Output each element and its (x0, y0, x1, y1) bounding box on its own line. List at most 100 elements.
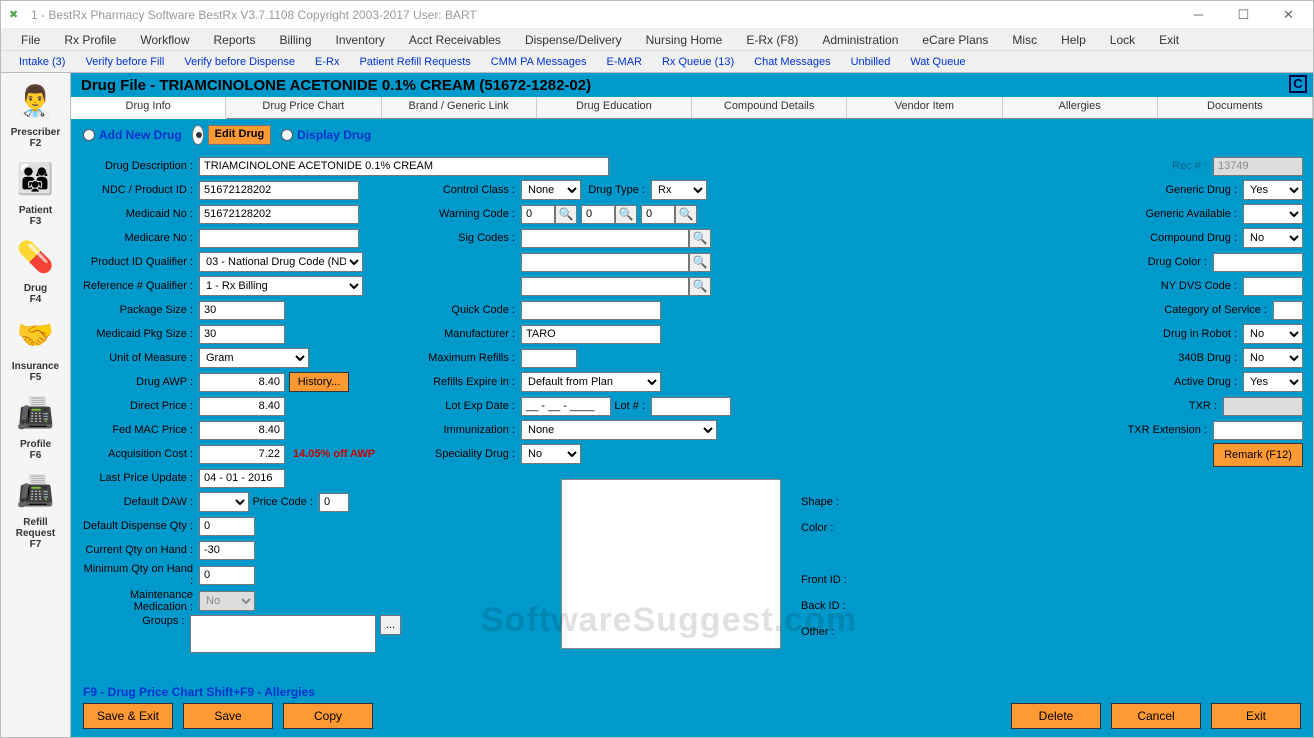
drug-type-select[interactable]: Rx (651, 180, 707, 200)
warn3-lookup-icon[interactable]: 🔍 (675, 205, 697, 224)
tab-drug-education[interactable]: Drug Education (537, 97, 692, 118)
reference-qualifier-select[interactable]: 1 - Rx Billing (199, 276, 363, 296)
warn2-lookup-icon[interactable]: 🔍 (615, 205, 637, 224)
ny-dvs-input[interactable] (1243, 277, 1303, 296)
menu-rx-profile[interactable]: Rx Profile (52, 30, 128, 50)
current-qty-input[interactable] (199, 541, 255, 560)
menu-exit[interactable]: Exit (1147, 30, 1191, 50)
link-unbilled[interactable]: Unbilled (841, 53, 901, 71)
save-exit-button[interactable]: Save & Exit (83, 703, 173, 729)
acquisition-cost-input[interactable] (199, 445, 285, 464)
close-button[interactable]: ✕ (1266, 2, 1311, 28)
groups-browse-button[interactable]: ... (380, 615, 401, 635)
menu-e-rx-f8-[interactable]: E-Rx (F8) (734, 30, 810, 50)
link-patient-refill-requests[interactable]: Patient Refill Requests (349, 53, 480, 71)
minimize-button[interactable]: ─ (1176, 2, 1221, 28)
menu-misc[interactable]: Misc (1000, 30, 1049, 50)
link-rx-queue-13-[interactable]: Rx Queue (13) (652, 53, 744, 71)
medicaid-no-input[interactable] (199, 205, 359, 224)
drug-description-input[interactable] (199, 157, 609, 176)
control-class-select[interactable]: None (521, 180, 581, 200)
tab-documents[interactable]: Documents (1158, 97, 1313, 118)
sidebar-item-prescriber[interactable]: 👨‍⚕️PrescriberF2 (3, 77, 69, 149)
menu-file[interactable]: File (9, 30, 52, 50)
direct-price-input[interactable] (199, 397, 285, 416)
menu-inventory[interactable]: Inventory (324, 30, 397, 50)
category-service-input[interactable] (1273, 301, 1303, 320)
sig2-lookup-icon[interactable]: 🔍 (689, 253, 711, 272)
compound-drug-select[interactable]: No (1243, 228, 1303, 248)
package-size-input[interactable] (199, 301, 285, 320)
link-e-mar[interactable]: E-MAR (597, 53, 652, 71)
menu-reports[interactable]: Reports (201, 30, 267, 50)
menu-administration[interactable]: Administration (810, 30, 910, 50)
refills-expire-select[interactable]: Default from Plan (521, 372, 661, 392)
tab-brand-generic-link[interactable]: Brand / Generic Link (382, 97, 537, 118)
tab-allergies[interactable]: Allergies (1003, 97, 1158, 118)
awp-input[interactable] (199, 373, 285, 392)
maximize-button[interactable]: ☐ (1221, 2, 1266, 28)
sig1-input[interactable] (521, 229, 689, 248)
ndc-input[interactable] (199, 181, 359, 200)
display-drug-radio[interactable]: Display Drug (281, 128, 371, 142)
txr-extension-input[interactable] (1213, 421, 1303, 440)
speciality-drug-select[interactable]: No (521, 444, 581, 464)
menu-dispense-delivery[interactable]: Dispense/Delivery (513, 30, 634, 50)
generic-drug-select[interactable]: Yes (1243, 180, 1303, 200)
product-id-qualifier-select[interactable]: 03 - National Drug Code (NDC (199, 252, 363, 272)
immunization-select[interactable]: None (521, 420, 717, 440)
fed-mac-input[interactable] (199, 421, 285, 440)
max-refills-input[interactable] (521, 349, 577, 368)
sidebar-item-refill-request[interactable]: 📠Refill RequestF7 (3, 467, 69, 550)
sig3-lookup-icon[interactable]: 🔍 (689, 277, 711, 296)
menu-workflow[interactable]: Workflow (128, 30, 201, 50)
menu-ecare-plans[interactable]: eCare Plans (910, 30, 1000, 50)
sig1-lookup-icon[interactable]: 🔍 (689, 229, 711, 248)
default-daw-select[interactable] (199, 492, 249, 512)
sig3-input[interactable] (521, 277, 689, 296)
link-cmm-pa-messages[interactable]: CMM PA Messages (481, 53, 597, 71)
link-e-rx[interactable]: E-Rx (305, 53, 349, 71)
generic-available-select[interactable] (1243, 204, 1303, 224)
tab-drug-price-chart[interactable]: Drug Price Chart (226, 97, 381, 118)
history-button[interactable]: History... (289, 372, 349, 392)
cancel-button[interactable]: Cancel (1111, 703, 1201, 729)
lot-num-input[interactable] (651, 397, 731, 416)
exit-button[interactable]: Exit (1211, 703, 1301, 729)
link-intake-3-[interactable]: Intake (3) (9, 53, 75, 71)
link-chat-messages[interactable]: Chat Messages (744, 53, 840, 71)
groups-input[interactable] (190, 615, 375, 653)
save-button[interactable]: Save (183, 703, 273, 729)
active-drug-select[interactable]: Yes (1243, 372, 1303, 392)
copy-button[interactable]: Copy (283, 703, 373, 729)
link-verify-before-fill[interactable]: Verify before Fill (75, 53, 174, 71)
menu-billing[interactable]: Billing (268, 30, 324, 50)
tab-vendor-item[interactable]: Vendor Item (847, 97, 1002, 118)
warn3-input[interactable] (641, 205, 675, 224)
menu-acct-receivables[interactable]: Acct Receivables (397, 30, 513, 50)
last-price-update-input[interactable] (199, 469, 285, 488)
drug-in-robot-select[interactable]: No (1243, 324, 1303, 344)
edit-drug-radio[interactable]: Edit Drug (192, 125, 272, 145)
minimum-qty-input[interactable] (199, 566, 255, 585)
menu-nursing-home[interactable]: Nursing Home (634, 30, 735, 50)
warn1-lookup-icon[interactable]: 🔍 (555, 205, 577, 224)
sidebar-item-insurance[interactable]: 🤝InsuranceF5 (3, 311, 69, 383)
manufacturer-input[interactable] (521, 325, 661, 344)
sidebar-item-drug[interactable]: 💊DrugF4 (3, 233, 69, 305)
sidebar-item-profile[interactable]: 📠ProfileF6 (3, 389, 69, 461)
default-dispense-qty-input[interactable] (199, 517, 255, 536)
warn1-input[interactable] (521, 205, 555, 224)
quick-code-input[interactable] (521, 301, 661, 320)
delete-button[interactable]: Delete (1011, 703, 1101, 729)
link-verify-before-dispense[interactable]: Verify before Dispense (174, 53, 305, 71)
warn2-input[interactable] (581, 205, 615, 224)
tab-compound-details[interactable]: Compound Details (692, 97, 847, 118)
menu-help[interactable]: Help (1049, 30, 1098, 50)
tab-drug-info[interactable]: Drug Info (71, 97, 226, 119)
menu-lock[interactable]: Lock (1098, 30, 1147, 50)
340b-drug-select[interactable]: No (1243, 348, 1303, 368)
link-wat-queue[interactable]: Wat Queue (900, 53, 975, 71)
sidebar-item-patient[interactable]: 👨‍👩‍👧PatientF3 (3, 155, 69, 227)
price-code-input[interactable] (319, 493, 349, 512)
